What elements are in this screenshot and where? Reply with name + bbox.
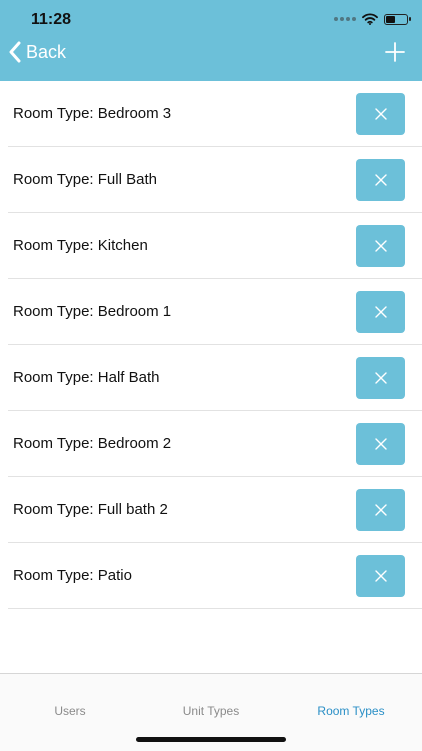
close-icon xyxy=(374,108,387,120)
status-icons xyxy=(334,12,411,26)
tab-users[interactable]: Users xyxy=(0,704,140,718)
close-icon xyxy=(374,372,387,384)
close-icon xyxy=(374,306,387,318)
delete-button[interactable] xyxy=(356,555,405,597)
delete-button[interactable] xyxy=(356,423,405,465)
room-type-list: Room Type: Bedroom 3 Room Type: Full Bat… xyxy=(0,81,422,609)
back-label: Back xyxy=(26,41,67,62)
add-button[interactable] xyxy=(384,41,406,63)
tab-unit-types[interactable]: Unit Types xyxy=(141,704,281,718)
close-icon xyxy=(374,570,387,582)
list-item: Room Type: Bedroom 3 xyxy=(8,81,422,147)
delete-button[interactable] xyxy=(356,291,405,333)
chevron-left-icon xyxy=(9,41,21,63)
home-indicator xyxy=(136,737,286,742)
list-item: Room Type: Full Bath xyxy=(8,147,422,213)
room-type-label: Room Type: Full Bath xyxy=(13,171,157,188)
plus-icon xyxy=(385,42,405,62)
close-icon xyxy=(374,240,387,252)
room-type-label: Room Type: Full bath 2 xyxy=(13,501,168,518)
list-item: Room Type: Patio xyxy=(8,543,422,609)
room-type-label: Room Type: Patio xyxy=(13,567,132,584)
nav-header: 11:28 Back xyxy=(0,0,422,81)
room-type-label: Room Type: Bedroom 2 xyxy=(13,435,172,452)
close-icon xyxy=(374,438,387,450)
close-icon xyxy=(374,504,387,516)
close-icon xyxy=(374,174,387,186)
status-time: 11:28 xyxy=(31,11,72,28)
delete-button[interactable] xyxy=(356,357,405,399)
wifi-icon xyxy=(362,13,378,25)
list-item: Room Type: Kitchen xyxy=(8,213,422,279)
back-button[interactable]: Back xyxy=(8,38,66,66)
delete-button[interactable] xyxy=(356,93,405,135)
tab-room-types[interactable]: Room Types xyxy=(281,704,421,718)
room-type-label: Room Type: Half Bath xyxy=(13,369,160,386)
delete-button[interactable] xyxy=(356,225,405,267)
list-item: Room Type: Bedroom 2 xyxy=(8,411,422,477)
room-type-label: Room Type: Bedroom 1 xyxy=(13,303,172,320)
list-item: Room Type: Full bath 2 xyxy=(8,477,422,543)
delete-button[interactable] xyxy=(356,489,405,531)
signal-dots-icon xyxy=(334,17,356,21)
list-item: Room Type: Half Bath xyxy=(8,345,422,411)
list-item: Room Type: Bedroom 1 xyxy=(8,279,422,345)
room-type-label: Room Type: Bedroom 3 xyxy=(13,105,172,122)
delete-button[interactable] xyxy=(356,159,405,201)
battery-icon xyxy=(384,13,411,25)
room-type-label: Room Type: Kitchen xyxy=(13,237,148,254)
